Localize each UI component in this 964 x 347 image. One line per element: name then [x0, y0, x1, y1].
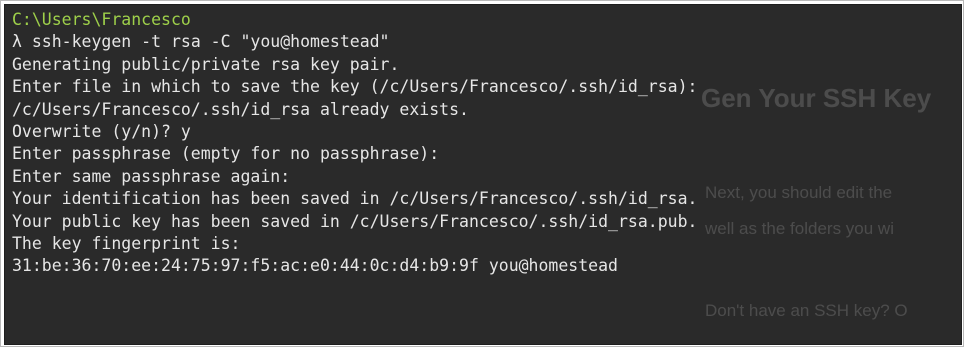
background-paragraph-line: Don't have an SSH key? O [705, 301, 908, 320]
output-line: Your identification has been saved in /c… [12, 189, 698, 209]
screenshot-frame: Gen Your SSH Key Next, you should edit t… [0, 0, 964, 347]
output-line: Enter file in which to save the key (/c/… [12, 77, 698, 97]
background-paragraph-line: Next, you should edit the [705, 183, 893, 202]
background-heading: Gen Your SSH Key [701, 83, 932, 113]
output-line: Generating public/private rsa key pair. [12, 54, 400, 74]
output-line: Overwrite (y/n)? y [12, 121, 191, 141]
terminal-output: C:\Users\Francesco λ ssh-keygen -t rsa -… [12, 9, 697, 278]
current-directory: C:\Users\Francesco [12, 10, 191, 29]
output-line: 31:be:36:70:ee:24:75:97:f5:ac:e0:44:0c:d… [12, 256, 618, 276]
output-line: Your public key has been saved in /c/Use… [12, 211, 698, 231]
background-paragraph-line: well as the folders you wi [705, 219, 894, 238]
command-text: ssh-keygen -t rsa -C "you@homestead" [21, 32, 390, 52]
command-line: λ ssh-keygen -t rsa -C "you@homestead" [12, 31, 697, 53]
output-line: Enter passphrase (empty for no passphras… [12, 144, 440, 164]
prompt-symbol: λ [12, 32, 22, 52]
terminal-window[interactable]: Gen Your SSH Key Next, you should edit t… [4, 4, 962, 345]
output-line: /c/Users/Francesco/.ssh/id_rsa already e… [12, 99, 469, 119]
output-line: The key fingerprint is: [12, 233, 241, 253]
output-line: Enter same passphrase again: [12, 166, 291, 186]
